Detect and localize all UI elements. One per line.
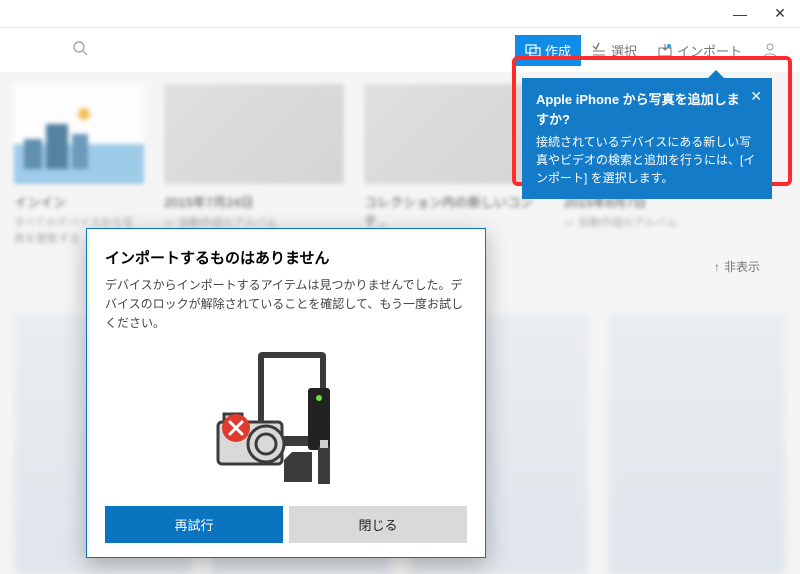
thumbnail xyxy=(164,84,344,184)
window-titlebar: — ✕ xyxy=(0,0,800,28)
card-title: コレクション内の新しいコンテ... xyxy=(364,192,544,230)
dialog-body: デバイスからインポートするアイテムは見つかりませんでした。デバイスのロックが解除… xyxy=(105,276,467,334)
city-icon xyxy=(14,84,144,184)
account-icon[interactable] xyxy=(752,36,788,64)
card-collection[interactable]: コレクション内の新しいコンテ... ⇩インポート済み xyxy=(364,84,544,244)
close-window-button[interactable]: ✕ xyxy=(760,0,800,28)
card-title: 2015年7月24日 xyxy=(164,192,344,211)
album-icon: ▭ xyxy=(564,216,574,229)
tooltip-body: 接続されているデバイスにある新しい写真やビデオの検索と追加を行うには、[インポー… xyxy=(536,133,758,187)
card-title: インイン xyxy=(14,192,144,211)
card-signin[interactable]: インイン すべてのデバイスから写真を閲覧する xyxy=(14,84,144,244)
devices-illustration xyxy=(105,348,467,488)
hide-label: 非表示 xyxy=(724,258,760,275)
minimize-button[interactable]: — xyxy=(720,0,760,28)
main-toolbar: 作成 選択 インポート xyxy=(0,28,800,72)
close-button[interactable]: 閉じる xyxy=(289,506,467,543)
import-empty-dialog: インポートするものはありません デバイスからインポートするアイテムは見つかりませ… xyxy=(86,228,486,558)
create-label: 作成 xyxy=(545,41,571,60)
tooltip-close-icon[interactable]: ✕ xyxy=(750,86,762,107)
import-label: インポート xyxy=(677,41,742,60)
select-button[interactable]: 選択 xyxy=(581,35,647,66)
thumbnail xyxy=(364,84,544,184)
retry-button[interactable]: 再試行 xyxy=(105,506,283,543)
search-icon[interactable] xyxy=(72,40,88,61)
card-subtitle: 自動作成のアルバム xyxy=(578,214,677,230)
chevron-up-icon: ↑ xyxy=(714,260,720,274)
dialog-title: インポートするものはありません xyxy=(105,247,467,268)
select-label: 選択 xyxy=(611,41,637,60)
create-button[interactable]: 作成 xyxy=(515,35,581,66)
tooltip-title: Apple iPhone から写真を追加しますか? xyxy=(536,90,758,129)
album-icon: ▭ xyxy=(164,216,174,229)
import-button[interactable]: インポート xyxy=(647,35,752,66)
card-album-1[interactable]: 2015年7月24日 ▭自動作成のアルバム xyxy=(164,84,344,244)
hide-button[interactable]: ↑ 非表示 xyxy=(714,258,760,275)
import-tip-tooltip: ✕ Apple iPhone から写真を追加しますか? 接続されているデバイスに… xyxy=(522,78,772,199)
